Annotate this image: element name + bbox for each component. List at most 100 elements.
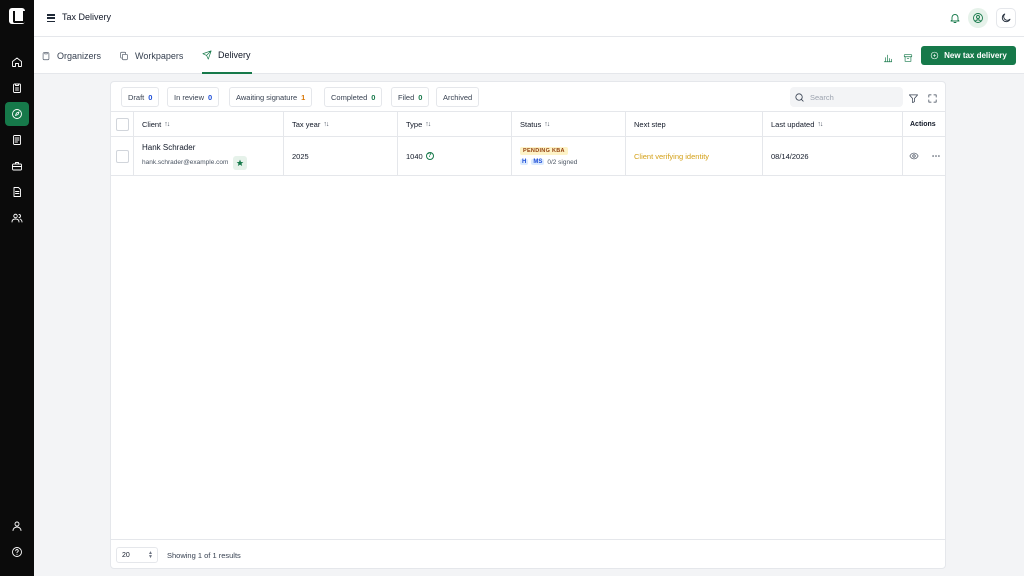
last-updated-value: 08/14/2026 xyxy=(771,151,809,161)
header-status[interactable]: Status ↑↓ xyxy=(512,112,626,136)
results-count: Showing 1 of 1 results xyxy=(167,551,241,560)
sidebar-rail xyxy=(0,0,34,576)
header-next-step: Next step xyxy=(626,112,763,136)
chip-label: Archived xyxy=(443,92,473,102)
header-select-cell xyxy=(111,112,134,136)
search-box xyxy=(790,87,903,107)
chip-count: 0 xyxy=(148,92,153,102)
chevron-updown-icon: ▲ ▼ xyxy=(148,550,153,560)
tab-organizers[interactable]: Organizers xyxy=(41,37,101,74)
header-label: Type xyxy=(406,119,423,129)
table-row[interactable]: Hank Schrader hank.schrader@example.com … xyxy=(111,137,945,176)
page-size-select[interactable]: 20 ▲ ▼ xyxy=(116,547,158,563)
header-label: Next step xyxy=(634,119,666,129)
next-step-text: Client verifying identity xyxy=(634,151,710,161)
top-bar: Tax Delivery xyxy=(34,0,1024,37)
filter-chip-draft[interactable]: Draft 0 xyxy=(121,87,160,107)
table-footer: 20 ▲ ▼ Showing 1 of 1 results xyxy=(111,539,945,568)
status-badge: PENDING KBA xyxy=(520,146,568,155)
cell-actions xyxy=(903,137,945,175)
archive-icon[interactable] xyxy=(903,50,913,62)
filter-chip-filed[interactable]: Filed 0 xyxy=(391,87,430,107)
cell-type: 1040? xyxy=(398,137,512,175)
star-icon[interactable] xyxy=(233,155,248,170)
chip-label: Draft xyxy=(128,92,145,102)
sort-icon: ↑↓ xyxy=(544,120,550,128)
tab-delivery[interactable]: Delivery xyxy=(202,37,252,74)
filter-chip-completed[interactable]: Completed 0 xyxy=(324,87,383,107)
question-circle-icon[interactable]: ? xyxy=(425,152,434,160)
signer-avatar: H xyxy=(520,159,529,165)
filter-chip-archived[interactable]: Archived xyxy=(436,87,480,107)
eye-icon[interactable] xyxy=(909,151,919,161)
filter-chip-in-review[interactable]: In review 0 xyxy=(167,87,220,107)
tab-label: Workpapers xyxy=(135,50,184,61)
file-text-icon[interactable] xyxy=(5,180,29,204)
sort-icon: ↑↓ xyxy=(817,120,823,128)
select-all-checkbox[interactable] xyxy=(116,117,129,131)
tab-workpapers[interactable]: Workpapers xyxy=(119,37,183,74)
clipboard-icon xyxy=(42,51,50,60)
client-name[interactable]: Hank Schrader xyxy=(142,143,195,152)
chip-count: 1 xyxy=(301,92,306,102)
chip-label: Completed xyxy=(331,92,368,102)
tab-label: Delivery xyxy=(218,49,251,60)
chip-count: 0 xyxy=(371,92,376,102)
plus-circle-icon xyxy=(930,51,939,60)
cell-last-updated: 08/14/2026 xyxy=(763,137,903,175)
help-icon[interactable] xyxy=(5,540,29,564)
users-icon[interactable] xyxy=(5,206,29,230)
row-checkbox[interactable] xyxy=(116,149,129,163)
moon-icon[interactable] xyxy=(996,8,1016,28)
chip-label: Filed xyxy=(398,92,415,102)
tab-label: Organizers xyxy=(57,50,102,61)
chip-label: In review xyxy=(174,92,205,102)
header-actions: Actions xyxy=(903,112,945,136)
cell-status: PENDING KBA H MS 0/2 signed xyxy=(512,137,626,175)
copy-icon xyxy=(120,51,128,60)
app-logo[interactable] xyxy=(9,8,25,24)
filter-bar: Draft 0 In review 0 Awaiting signature 1 Co… xyxy=(111,82,945,112)
clipboard-icon[interactable] xyxy=(5,76,29,100)
header-label: Actions xyxy=(910,120,936,128)
signed-count: 0/2 signed xyxy=(547,158,578,166)
bell-icon[interactable] xyxy=(945,8,965,28)
new-button-label: New tax delivery xyxy=(944,51,1007,60)
search-input[interactable] xyxy=(810,92,895,102)
more-horizontal-icon[interactable] xyxy=(931,151,941,161)
type-value: 1040 xyxy=(406,151,423,161)
row-select-cell xyxy=(111,137,134,175)
user-avatar-icon[interactable] xyxy=(968,8,988,28)
compass-icon[interactable] xyxy=(5,102,29,126)
tax-year-value: 2025 xyxy=(292,151,309,161)
filter-chip-awaiting-signature[interactable]: Awaiting signature 1 xyxy=(229,87,313,107)
header-last-updated[interactable]: Last updated ↑↓ xyxy=(763,112,903,136)
expand-icon[interactable] xyxy=(927,91,938,103)
home-icon[interactable] xyxy=(5,50,29,74)
header-type[interactable]: Type ↑↓ xyxy=(398,112,512,136)
briefcase-icon[interactable] xyxy=(5,154,29,178)
send-icon xyxy=(202,50,212,60)
sort-icon: ↑↓ xyxy=(164,120,170,128)
header-client[interactable]: Client ↑↓ xyxy=(134,112,284,136)
page-title: Tax Delivery xyxy=(62,12,112,22)
chart-icon[interactable] xyxy=(883,50,893,63)
cell-next-step: Client verifying identity xyxy=(626,137,763,175)
new-tax-delivery-button[interactable]: New tax delivery xyxy=(921,46,1016,65)
signer-avatar: MS xyxy=(531,159,545,165)
tab-bar: Organizers Workpapers Delivery New tax d… xyxy=(34,37,1024,74)
header-label: Last updated xyxy=(771,119,815,129)
user-icon[interactable] xyxy=(5,514,29,538)
cell-tax-year: 2025 xyxy=(284,137,398,175)
cell-client: Hank Schrader hank.schrader@example.com xyxy=(134,137,284,175)
header-tax-year[interactable]: Tax year ↑↓ xyxy=(284,112,398,136)
delivery-table-card: Draft 0 In review 0 Awaiting signature 1 Co… xyxy=(110,81,946,569)
sort-icon: ↑↓ xyxy=(323,120,329,128)
filter-icon[interactable] xyxy=(908,91,919,103)
sort-icon: ↑↓ xyxy=(425,120,431,128)
document-icon[interactable] xyxy=(5,128,29,152)
chip-count: 0 xyxy=(418,92,423,102)
header-label: Tax year xyxy=(292,119,321,129)
menu-icon[interactable] xyxy=(47,14,55,23)
chip-count: 0 xyxy=(208,92,213,102)
